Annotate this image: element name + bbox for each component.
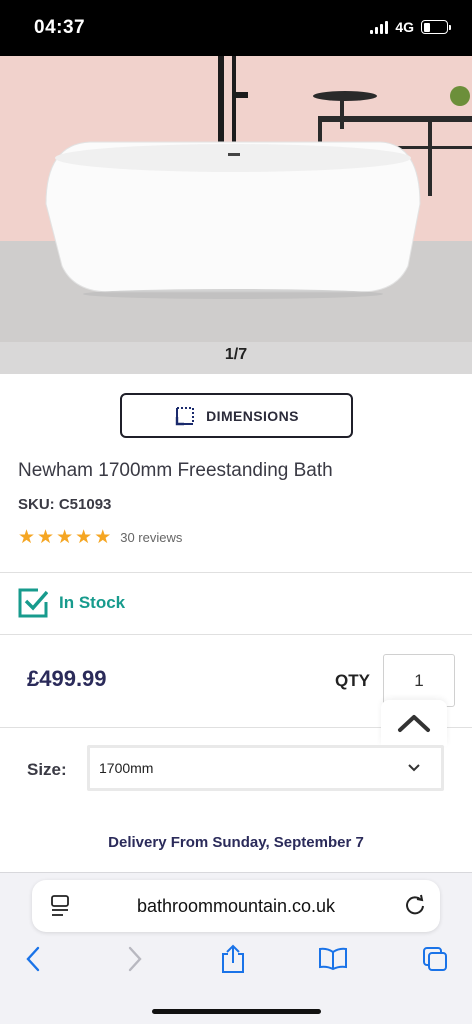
product-image-gallery[interactable]: 1/7	[0, 56, 472, 374]
star-icon: ★	[18, 527, 36, 548]
size-select[interactable]: 1700mm	[87, 745, 444, 791]
dimensions-button[interactable]: DIMENSIONS	[120, 393, 353, 438]
signal-icon	[370, 20, 389, 34]
chevron-right-icon	[128, 946, 142, 972]
product-title: Newham 1700mm Freestanding Bath	[18, 460, 333, 481]
tabs-icon	[423, 947, 447, 971]
bookmarks-button[interactable]	[318, 944, 348, 974]
star-rating: ★ ★ ★ ★ ★	[18, 528, 111, 547]
status-indicators: 4G	[370, 19, 451, 35]
share-button[interactable]	[218, 944, 248, 974]
star-icon: ★	[75, 527, 93, 548]
dimensions-icon	[175, 406, 195, 425]
product-rating[interactable]: ★ ★ ★ ★ ★ 30 reviews	[18, 528, 182, 547]
divider	[0, 572, 472, 573]
status-time: 04:37	[34, 17, 86, 38]
back-button[interactable]	[18, 944, 48, 974]
forward-button[interactable]	[120, 944, 150, 974]
book-icon	[319, 947, 347, 971]
star-icon: ★	[56, 527, 74, 548]
qty-label: QTY	[335, 671, 370, 690]
size-selected-value: 1700mm	[99, 760, 154, 776]
scroll-to-top-button[interactable]	[381, 700, 447, 746]
product-price: £499.99	[27, 666, 107, 691]
tabs-button[interactable]	[420, 944, 450, 974]
url-text: bathroommountain.co.uk	[136, 895, 336, 916]
stock-label: In Stock	[59, 593, 126, 612]
battery-icon	[421, 20, 451, 34]
product-sku: SKU: C51093	[18, 496, 112, 513]
star-icon: ★	[37, 527, 55, 548]
network-type: 4G	[395, 19, 414, 35]
product-image	[0, 56, 472, 374]
chevron-up-icon	[398, 715, 430, 732]
image-counter: 1/7	[224, 346, 248, 363]
reviews-link[interactable]: 30 reviews	[120, 530, 182, 545]
page-menu-icon[interactable]	[51, 895, 69, 917]
share-icon	[222, 944, 244, 973]
size-label: Size:	[27, 760, 67, 779]
chevron-down-icon	[408, 764, 420, 772]
stock-status: In Stock	[18, 588, 125, 618]
divider	[0, 634, 472, 635]
reload-icon[interactable]	[404, 894, 426, 916]
status-bar: 04:37 4G	[0, 0, 472, 56]
chevron-left-icon	[26, 946, 40, 972]
star-icon: ★	[94, 527, 112, 548]
dimensions-label: DIMENSIONS	[206, 407, 299, 424]
delivery-info: Delivery From Sunday, September 7	[108, 834, 364, 851]
checkbox-check-icon	[18, 588, 48, 618]
home-indicator	[152, 1009, 321, 1014]
address-bar[interactable]: bathroommountain.co.uk	[32, 880, 440, 932]
